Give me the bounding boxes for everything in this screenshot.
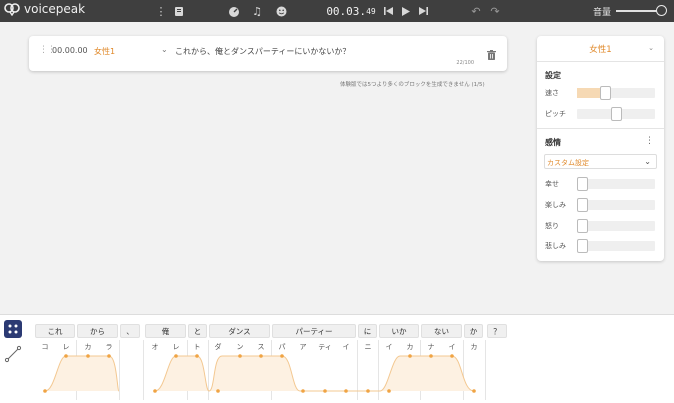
pitch-slider[interactable] [577, 107, 655, 121]
top-bar: voicepeak ⋮ ♫ 00.03. 49 ↶ ↷ 音量 [0, 0, 674, 22]
emotion-label: 怒り [545, 222, 559, 230]
trash-icon[interactable] [487, 45, 496, 60]
emotion-label: 幸せ [545, 180, 559, 188]
emotion-slider-knob[interactable] [577, 198, 588, 212]
pitch-slider-knob[interactable] [610, 107, 622, 121]
more-options-icon[interactable]: ⋮ [645, 136, 654, 146]
play-icon[interactable] [400, 0, 412, 22]
app-logo: voicepeak [4, 2, 86, 17]
speed-slider[interactable] [577, 86, 655, 100]
pitch-label: ピッチ [545, 110, 566, 118]
emotion-preset-select[interactable]: カスタム設定 ⌄ [544, 154, 657, 169]
chevron-down-icon[interactable]: ⌄ [648, 44, 654, 52]
panel-character-select[interactable]: 女性1 ⌄ [537, 36, 664, 62]
emotion-label: 悲しみ [545, 242, 566, 250]
speed-label: 速さ [545, 89, 559, 97]
music-note-icon[interactable]: ♫ [250, 0, 264, 22]
app-name: voicepeak [24, 2, 86, 16]
menu-dots-icon[interactable]: ⋮ [156, 0, 167, 22]
block-time: 00.00.00 [52, 46, 88, 55]
time-main: 00.03. [326, 4, 367, 18]
block-character-select[interactable]: 女性1 [94, 46, 115, 57]
pitch-fill [155, 356, 474, 391]
chevron-down-icon[interactable]: ⌄ [161, 45, 168, 54]
pitch-curve-canvas[interactable] [0, 314, 674, 403]
export-icon[interactable] [172, 0, 186, 22]
panel-character-label: 女性1 [589, 44, 612, 55]
settings-panel: 女性1 ⌄ 設定 速さ ピッチ 感情 ⋮ カスタム設定 ⌄ 幸せ 楽しみ 怒り … [537, 36, 664, 261]
emotion-preset-label: カスタム設定 [547, 159, 589, 167]
time-fraction: 49 [366, 6, 376, 16]
character-count: 22/100 [456, 60, 474, 66]
emotion-label: 楽しみ [545, 201, 566, 209]
emotion-slider-fun[interactable] [577, 198, 655, 212]
emotion-face-icon[interactable] [274, 0, 288, 22]
voicepeak-logo-icon [4, 2, 20, 17]
emotion-slider-sad[interactable] [577, 239, 655, 253]
playback-time: 00.03. 49 [326, 0, 376, 22]
speech-block[interactable]: ⋮⋮ 00.00.00 女性1 ⌄ これから、俺とダンスパーティーにいかないか？… [29, 36, 507, 71]
speed-slider-knob[interactable] [600, 86, 612, 100]
block-text-input[interactable]: これから、俺とダンスパーティーにいかないか？ [175, 46, 350, 57]
chevron-down-icon[interactable]: ⌄ [644, 157, 651, 166]
redo-icon[interactable]: ↷ [489, 0, 501, 22]
emotion-slider-angry[interactable] [577, 219, 655, 233]
emotion-heading: 感情 [545, 138, 561, 147]
skip-back-icon[interactable] [382, 0, 394, 22]
emotion-slider-happy[interactable] [577, 177, 655, 191]
settings-heading: 設定 [545, 71, 561, 80]
skip-forward-icon[interactable] [417, 0, 429, 22]
volume-slider-knob[interactable] [656, 5, 667, 16]
trial-limit-notice: 体験版では5つより多くのブロックを生成できません (1/5) [340, 82, 485, 88]
emotion-slider-knob[interactable] [577, 177, 588, 191]
volume-label: 音量 [592, 7, 611, 18]
emotion-slider-knob[interactable] [577, 239, 588, 253]
emotion-slider-knob[interactable] [577, 219, 588, 233]
speed-gauge-icon[interactable] [227, 0, 241, 22]
panel-divider [537, 128, 664, 129]
undo-icon[interactable]: ↶ [470, 0, 482, 22]
